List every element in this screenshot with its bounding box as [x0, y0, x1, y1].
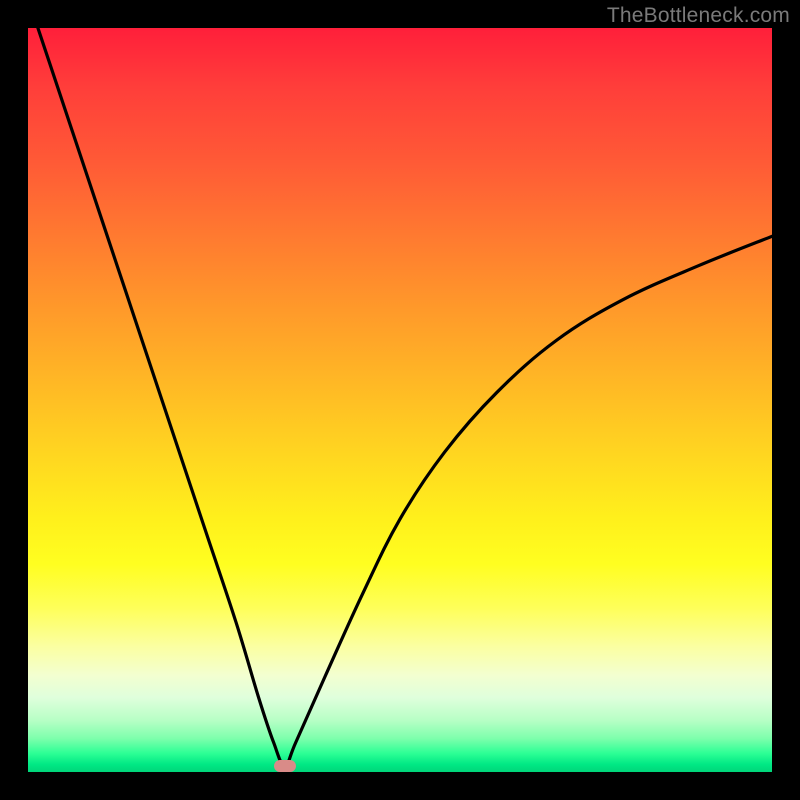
watermark-text: TheBottleneck.com — [607, 4, 790, 28]
minimum-marker — [274, 760, 296, 772]
plot-area — [28, 28, 772, 772]
chart-frame: TheBottleneck.com — [0, 0, 800, 800]
bottleneck-curve — [28, 28, 772, 772]
